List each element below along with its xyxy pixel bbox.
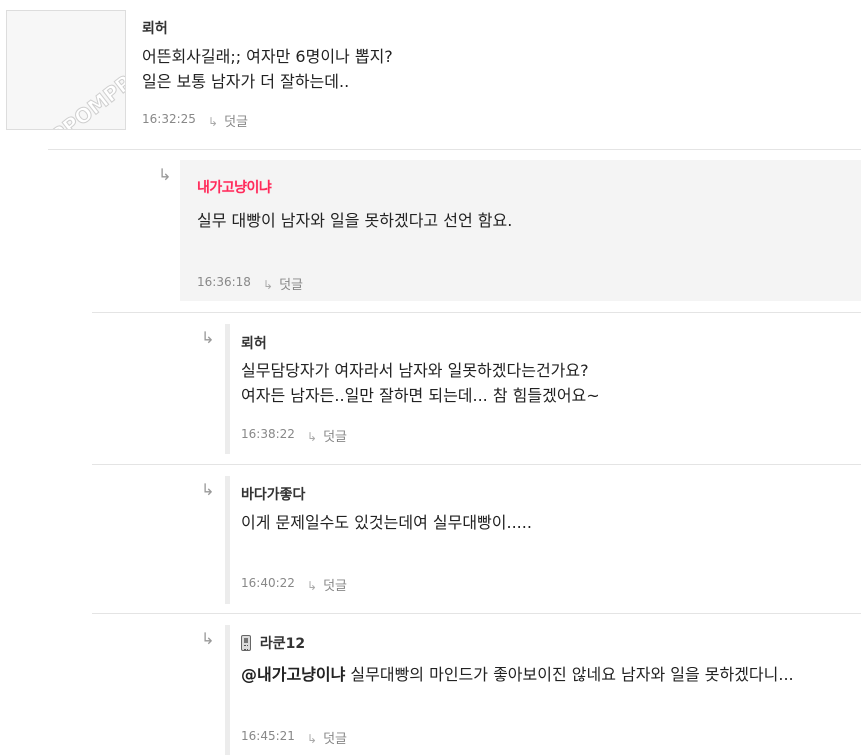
comment-time: 16:45:21 xyxy=(241,729,295,743)
comment-line: 여자든 남자든..일만 잘하면 되는데... 참 힘들겠어요~ xyxy=(241,386,600,405)
avatar: PPOMPPU xyxy=(6,10,126,130)
comment-text: 실무대빵의 마인드가 좋아보이진 않네요 남자와 일을 못하겠다니... xyxy=(345,665,794,684)
reply-button[interactable]: ↳ 덧글 xyxy=(307,575,347,594)
reply-label: 덧글 xyxy=(323,732,347,747)
divider xyxy=(92,613,861,614)
comment-body: 실무담당자가 여자라서 남자와 일못하겠다는건가요? 여자든 남자든..일만 잘… xyxy=(241,358,600,408)
comment-author[interactable]: 뢰허 xyxy=(241,333,267,353)
mention-link[interactable]: @내가고냥이냐 xyxy=(241,665,345,684)
divider xyxy=(92,312,861,313)
comment-time: 16:38:22 xyxy=(241,427,295,441)
comment-body: 어뜬회사길래;; 여자만 6명이나 뽑지? 일은 보통 남자가 더 잘하는데.. xyxy=(142,44,393,94)
reply-button[interactable]: ↳ 덧글 xyxy=(307,426,347,445)
comment-line: 일은 보통 남자가 더 잘하는데.. xyxy=(142,72,350,91)
divider xyxy=(92,464,861,465)
reply-button[interactable]: ↳ 덧글 xyxy=(307,728,347,747)
comment-author-badge[interactable]: 내가고냥이냐 xyxy=(197,177,272,197)
reply-button[interactable]: ↳ 덧글 xyxy=(208,111,248,130)
thread-bar xyxy=(225,476,230,604)
reply-arrow-icon: ↳ xyxy=(307,430,318,444)
reply-label: 덧글 xyxy=(323,579,347,594)
comment-body: 실무 대빵이 남자와 일을 못하겠다고 선언 함요. xyxy=(197,208,512,233)
reply-arrow-icon: ↳ xyxy=(208,115,219,129)
reply-indent-arrow-icon: ↳ xyxy=(201,328,215,347)
comment-time: 16:40:22 xyxy=(241,576,295,590)
comment-body: @내가고냥이냐 실무대빵의 마인드가 좋아보이진 않네요 남자와 일을 못하겠다… xyxy=(241,662,861,687)
comment-author[interactable]: 뢰허 xyxy=(142,18,168,38)
reply-arrow-icon: ↳ xyxy=(307,732,318,746)
reply-label: 덧글 xyxy=(323,430,347,445)
ppomppu-watermark-logo: PPOMPPU xyxy=(46,60,126,130)
reply-indent-arrow-icon: ↳ xyxy=(158,165,172,184)
divider xyxy=(48,149,861,150)
comment-author[interactable]: 라쿤12 xyxy=(241,633,305,653)
reply-label: 덧글 xyxy=(224,115,248,130)
reply-button[interactable]: ↳ 덧글 xyxy=(263,274,303,293)
watermark-text: PPOMPPU xyxy=(46,60,126,130)
thread-bar xyxy=(225,625,230,755)
comment-time: 16:36:18 xyxy=(197,275,251,289)
comment-body: 이게 문제일수도 있것는데여 실무대빵이..... xyxy=(241,510,532,535)
reply-arrow-icon: ↳ xyxy=(263,278,274,292)
comment-time: 16:32:25 xyxy=(142,112,196,126)
reply-arrow-icon: ↳ xyxy=(307,579,318,593)
reply-indent-arrow-icon: ↳ xyxy=(201,480,215,499)
comment-line: 어뜬회사길래;; 여자만 6명이나 뽑지? xyxy=(142,47,393,66)
mobile-phone-icon xyxy=(241,635,251,651)
reply-label: 덧글 xyxy=(279,278,303,293)
comment-author-name: 라쿤12 xyxy=(259,636,306,652)
comment-line: 실무담당자가 여자라서 남자와 일못하겠다는건가요? xyxy=(241,361,589,380)
thread-bar xyxy=(225,324,230,454)
comment-line: 이게 문제일수도 있것는데여 실무대빵이..... xyxy=(241,513,532,532)
comment-author[interactable]: 바다가좋다 xyxy=(241,484,305,504)
comment-line: 실무 대빵이 남자와 일을 못하겠다고 선언 함요. xyxy=(197,211,513,230)
reply-indent-arrow-icon: ↳ xyxy=(201,629,215,648)
